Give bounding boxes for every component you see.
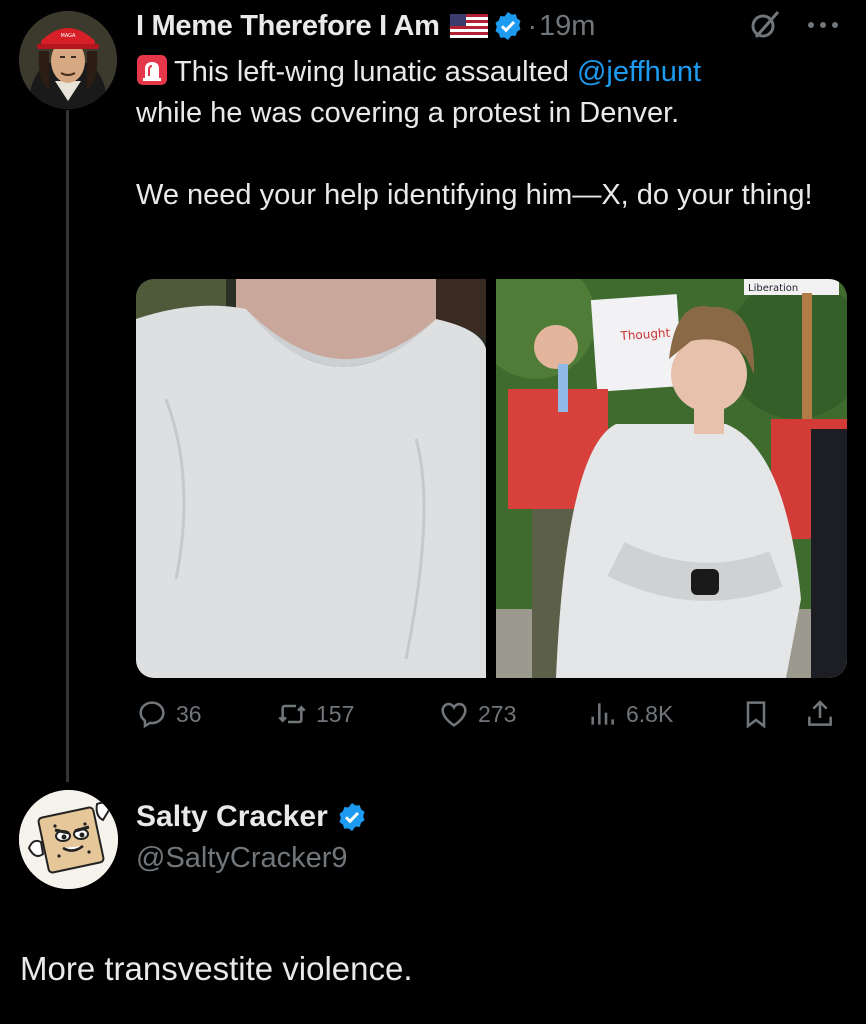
share-icon (808, 700, 832, 726)
reply-author-name[interactable]: Salty Cracker (136, 800, 328, 834)
bookmark-button[interactable] (740, 698, 772, 730)
post-text-line1: This left-wing lunatic assaulted (174, 56, 577, 88)
thread-connector-line (66, 110, 69, 782)
like-icon (441, 702, 467, 727)
reply-author-handle[interactable]: @SaltyCracker9 (136, 842, 368, 875)
post-body: This left-wing lunatic assaulted @jeffhu… (136, 52, 836, 216)
salty-cracker-logo (19, 790, 118, 889)
views-icon (591, 703, 614, 725)
flag-usa-icon (449, 14, 488, 38)
verified-badge-icon[interactable] (336, 801, 368, 833)
mention-link[interactable]: @jeffhunt (577, 56, 701, 88)
post-text-line2: while he was covering a protest in Denve… (136, 97, 680, 129)
views-count: 6.8K (626, 700, 674, 727)
repost-icon (278, 704, 306, 724)
bookmark-icon (746, 701, 766, 729)
verified-badge-icon[interactable] (492, 10, 524, 42)
reply-header: Salty Cracker @SaltyCracker9 (136, 800, 368, 875)
like-button[interactable]: 273 (438, 698, 516, 730)
reply-body: More transvestite violence. (20, 950, 413, 987)
reply-button[interactable]: 36 (136, 698, 202, 730)
siren-icon (136, 54, 168, 86)
reply-author-avatar[interactable] (19, 790, 118, 889)
like-count: 273 (478, 700, 517, 727)
descartes-maga-portrait: MAGA (19, 11, 117, 109)
views-button[interactable]: 6.8K (586, 698, 673, 730)
post-timestamp[interactable]: 19m (539, 10, 595, 43)
time-separator: · (527, 10, 537, 41)
reply-count: 36 (176, 700, 202, 727)
more-icon[interactable] (806, 18, 840, 30)
post-author-name[interactable]: I Meme Therefore I Am (136, 10, 440, 43)
post-media[interactable]: Thought Liberation (136, 279, 847, 678)
share-button[interactable] (804, 698, 836, 730)
repost-count: 157 (316, 700, 355, 727)
repost-button[interactable]: 157 (276, 698, 354, 730)
post-author-avatar[interactable]: MAGA (19, 11, 117, 109)
grok-icon[interactable] (748, 8, 782, 42)
post-action-bar: 36 157 273 6.8K (136, 698, 844, 738)
protest-sign-text: Liberation (748, 283, 798, 294)
reply-icon (139, 701, 165, 729)
post-header: I Meme Therefore I Am · 19m (136, 6, 595, 46)
post-text-paragraph2: We need your help identifying him—X, do … (136, 179, 813, 211)
media-image-2[interactable]: Thought Liberation (496, 279, 847, 678)
svg-text:MAGA: MAGA (61, 33, 77, 39)
media-image-1[interactable] (136, 279, 486, 678)
